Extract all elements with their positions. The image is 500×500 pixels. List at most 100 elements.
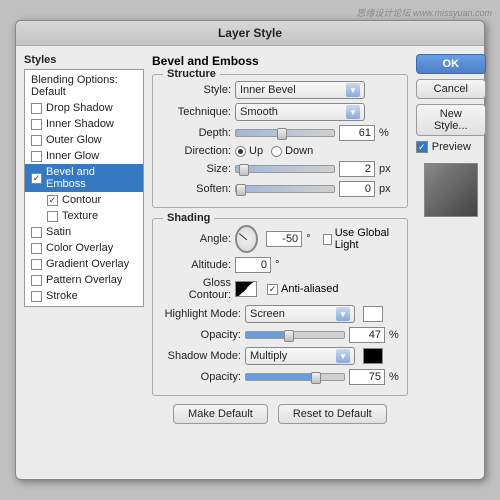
highlight-opacity-input[interactable]: [349, 327, 385, 343]
shadow-opacity-input[interactable]: [349, 369, 385, 385]
soften-slider-thumb[interactable]: [236, 184, 246, 196]
ok-button[interactable]: OK: [416, 54, 486, 74]
cancel-button[interactable]: Cancel: [416, 79, 486, 99]
drop-shadow-label: Drop Shadow: [46, 102, 113, 114]
make-default-button[interactable]: Make Default: [173, 404, 268, 424]
shadow-opacity-slider[interactable]: [245, 373, 345, 381]
shadow-label: Shadow Mode:: [161, 350, 241, 362]
color-overlay-checkbox[interactable]: [31, 243, 42, 254]
bevel-emboss-checkbox[interactable]: ✓: [31, 173, 42, 184]
style-item-inner-shadow[interactable]: Inner Shadow: [25, 116, 143, 132]
styles-title: Styles: [24, 54, 144, 66]
style-item-satin[interactable]: Satin: [25, 224, 143, 240]
style-item-outer-glow[interactable]: Outer Glow: [25, 132, 143, 148]
highlight-opacity-thumb[interactable]: [284, 330, 294, 342]
angle-input[interactable]: [266, 231, 302, 247]
style-label: Style:: [161, 84, 231, 96]
bevel-emboss-label: Bevel and Emboss: [46, 166, 137, 190]
style-item-blending[interactable]: Blending Options: Default: [25, 72, 143, 100]
size-input[interactable]: [339, 161, 375, 177]
inner-shadow-checkbox[interactable]: [31, 119, 42, 130]
altitude-label: Altitude:: [161, 259, 231, 271]
shadow-opacity-unit: %: [389, 371, 399, 383]
depth-slider-thumb[interactable]: [277, 128, 287, 140]
depth-unit: %: [379, 127, 389, 139]
angle-line: [239, 233, 247, 240]
stroke-checkbox[interactable]: [31, 291, 42, 302]
angle-unit: °: [306, 233, 310, 245]
angle-label: Angle:: [161, 233, 231, 245]
altitude-input[interactable]: [235, 257, 271, 273]
reset-default-button[interactable]: Reset to Default: [278, 404, 387, 424]
highlight-opacity-row: Opacity: %: [161, 327, 399, 343]
size-slider[interactable]: [235, 165, 335, 173]
technique-label: Technique:: [161, 106, 231, 118]
direction-up-radio[interactable]: [235, 146, 246, 157]
style-item-stroke[interactable]: Stroke: [25, 288, 143, 304]
gradient-overlay-checkbox[interactable]: [31, 259, 42, 270]
blending-label: Blending Options: Default: [31, 74, 137, 98]
satin-checkbox[interactable]: [31, 227, 42, 238]
highlight-opacity-unit: %: [389, 329, 399, 341]
highlight-opacity-label: Opacity:: [161, 329, 241, 341]
direction-down-radio[interactable]: [271, 146, 282, 157]
inner-glow-checkbox[interactable]: [31, 151, 42, 162]
gloss-label: Gloss Contour:: [161, 277, 231, 301]
highlight-value: Screen: [250, 308, 285, 320]
structure-title: Structure: [163, 68, 220, 80]
soften-input[interactable]: [339, 181, 375, 197]
preview-box: [424, 163, 478, 217]
texture-checkbox[interactable]: [47, 211, 58, 222]
depth-slider[interactable]: [235, 129, 335, 137]
contour-label: Contour: [62, 194, 101, 206]
style-item-gradient-overlay[interactable]: Gradient Overlay: [25, 256, 143, 272]
highlight-row: Highlight Mode: Screen ▼: [161, 305, 399, 323]
size-slider-thumb[interactable]: [239, 164, 249, 176]
highlight-opacity-slider[interactable]: [245, 331, 345, 339]
outer-glow-checkbox[interactable]: [31, 135, 42, 146]
altitude-unit: °: [275, 259, 279, 271]
style-item-pattern-overlay[interactable]: Pattern Overlay: [25, 272, 143, 288]
style-item-inner-glow[interactable]: Inner Glow: [25, 148, 143, 164]
style-item-bevel-emboss[interactable]: ✓ Bevel and Emboss: [25, 164, 143, 192]
stroke-label: Stroke: [46, 290, 78, 302]
technique-select[interactable]: Smooth ▼: [235, 103, 365, 121]
depth-input[interactable]: [339, 125, 375, 141]
soften-slider[interactable]: [235, 185, 335, 193]
new-style-button[interactable]: New Style...: [416, 104, 486, 136]
anti-alias-label: Anti-aliased: [281, 283, 338, 295]
direction-up-label: Up: [249, 145, 263, 157]
highlight-select[interactable]: Screen ▼: [245, 305, 355, 323]
satin-label: Satin: [46, 226, 71, 238]
shadow-opacity-thumb[interactable]: [311, 372, 321, 384]
shadow-color-swatch[interactable]: [363, 348, 383, 364]
direction-down-item[interactable]: Down: [271, 145, 313, 157]
styles-panel: Styles Blending Options: Default Drop Sh…: [24, 54, 144, 424]
pattern-overlay-checkbox[interactable]: [31, 275, 42, 286]
style-item-color-overlay[interactable]: Color Overlay: [25, 240, 143, 256]
shadow-opacity-row: Opacity: %: [161, 369, 399, 385]
size-row: Size: px: [161, 161, 399, 177]
preview-checkbox[interactable]: ✓: [416, 141, 428, 153]
style-item-drop-shadow[interactable]: Drop Shadow: [25, 100, 143, 116]
anti-alias-checkbox[interactable]: ✓: [267, 284, 278, 295]
soften-row: Soften: px: [161, 181, 399, 197]
shading-box: Shading Angle: ° Use Global Light: [152, 218, 408, 396]
angle-dial[interactable]: [235, 225, 258, 253]
direction-radio-group: Up Down: [235, 145, 313, 157]
soften-label: Soften:: [161, 183, 231, 195]
style-item-texture[interactable]: Texture: [25, 208, 143, 224]
style-select[interactable]: Inner Bevel ▼: [235, 81, 365, 99]
global-light-checkbox[interactable]: [323, 234, 332, 245]
styles-list: Blending Options: Default Drop Shadow In…: [24, 69, 144, 307]
gloss-preview[interactable]: [235, 281, 257, 297]
highlight-color-swatch[interactable]: [363, 306, 383, 322]
soften-slider-container: [235, 185, 335, 193]
technique-row: Technique: Smooth ▼: [161, 103, 399, 121]
style-item-contour[interactable]: ✓ Contour: [25, 192, 143, 208]
contour-checkbox[interactable]: ✓: [47, 195, 58, 206]
direction-up-item[interactable]: Up: [235, 145, 263, 157]
drop-shadow-checkbox[interactable]: [31, 103, 42, 114]
structure-box: Structure Style: Inner Bevel ▼ Technique…: [152, 74, 408, 208]
shadow-select[interactable]: Multiply ▼: [245, 347, 355, 365]
